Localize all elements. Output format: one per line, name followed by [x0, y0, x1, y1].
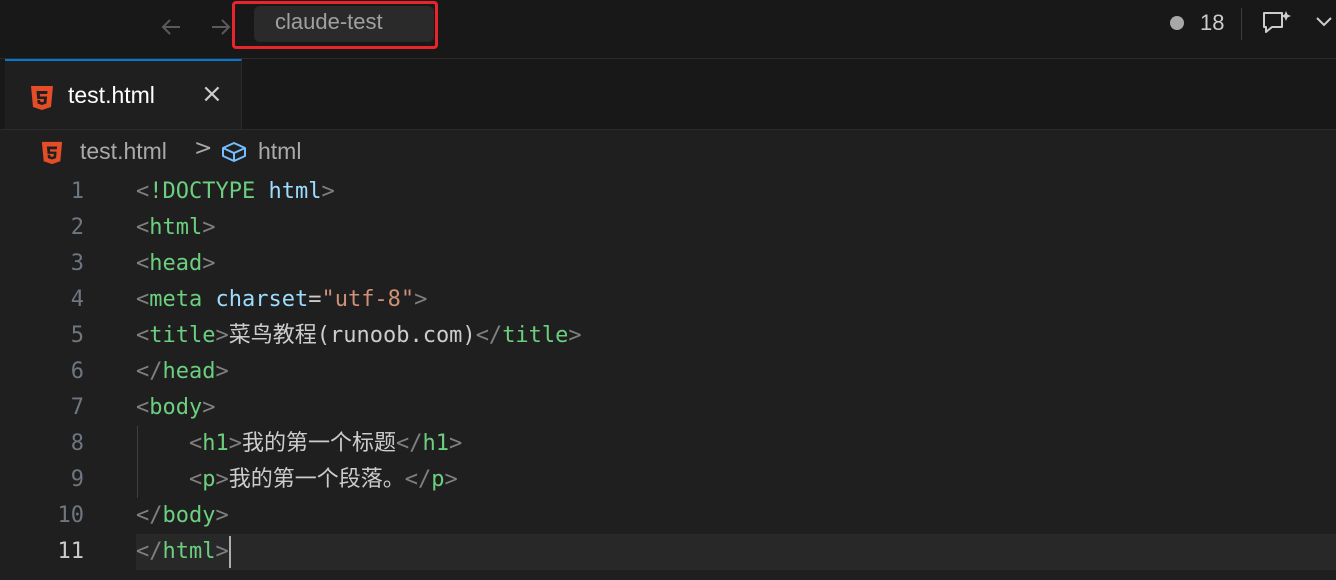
code-token: h1: [202, 431, 229, 456]
close-icon[interactable]: ×: [201, 77, 223, 111]
current-line-highlight: [136, 534, 1336, 570]
code-token: >: [215, 503, 229, 528]
code-token: charset: [202, 287, 309, 312]
line-number: 6: [70, 359, 84, 384]
code-token: title: [149, 323, 216, 348]
code-token: !DOCTYPE: [149, 179, 256, 204]
code-token: >: [414, 287, 428, 312]
code-line[interactable]: <!DOCTYPE html>: [136, 174, 335, 210]
arrow-left-icon[interactable]: [156, 12, 186, 42]
code-token: <: [136, 395, 150, 420]
editor-tab-bar: test.html ×: [0, 59, 1336, 130]
code-token: </: [396, 431, 423, 456]
code-token: <: [136, 179, 150, 204]
code-line[interactable]: <meta charset="utf-8">: [136, 282, 427, 318]
code-token: </: [475, 323, 503, 348]
code-token: html: [255, 179, 322, 204]
code-line[interactable]: <body>: [136, 390, 215, 426]
html5-icon: [40, 141, 64, 169]
html5-icon: [30, 85, 54, 115]
chevron-down-icon[interactable]: [1314, 14, 1334, 33]
text-cursor: [228, 536, 231, 568]
code-line[interactable]: </body>: [136, 498, 229, 534]
code-editor[interactable]: 1 <!DOCTYPE html> 2 <html> 3 <head> 4 <meta cha…: [0, 174, 1336, 580]
code-line[interactable]: <title>菜鸟教程(runoob.com)</title>: [136, 318, 582, 354]
code-token: <: [136, 215, 150, 240]
code-token: </: [136, 539, 163, 564]
line-number: 10: [57, 503, 85, 528]
line-number: 7: [70, 395, 84, 420]
code-line[interactable]: <head>: [136, 246, 215, 282]
code-line[interactable]: </html>: [136, 534, 231, 570]
code-token: 菜鸟教程(runoob.com): [228, 323, 476, 348]
code-token: </: [136, 503, 163, 528]
code-token: html: [162, 539, 216, 564]
divider: [1241, 8, 1242, 40]
code-token: >: [202, 215, 216, 240]
code-token: head: [162, 359, 216, 384]
code-token: <: [136, 251, 150, 276]
code-token: body: [149, 395, 203, 420]
code-token: =: [308, 287, 322, 312]
notification-count[interactable]: 18: [1200, 10, 1224, 36]
code-token: </: [404, 467, 432, 492]
code-token: </: [136, 359, 163, 384]
breadcrumb: test.html > html: [0, 130, 1336, 174]
code-token: <: [136, 431, 203, 456]
line-number: 8: [70, 431, 84, 456]
code-line[interactable]: <html>: [136, 210, 215, 246]
code-token: >: [215, 359, 229, 384]
code-token: "utf-8": [321, 287, 415, 312]
symbol-cube-icon: [220, 140, 248, 168]
code-token: <: [136, 287, 150, 312]
code-token: body: [162, 503, 216, 528]
code-token: h1: [422, 431, 450, 456]
code-token: 我的第一个段落。: [228, 467, 405, 492]
line-number: 1: [70, 179, 84, 204]
code-token: >: [449, 431, 463, 456]
code-token: >: [228, 431, 242, 456]
code-token: head: [149, 251, 203, 276]
code-token: <: [136, 323, 150, 348]
title-bar: claude-test 18: [0, 0, 1336, 59]
code-token: >: [444, 467, 458, 492]
breadcrumb-symbol[interactable]: html: [258, 138, 301, 165]
line-number: 11: [57, 539, 85, 564]
code-token: title: [502, 323, 569, 348]
code-line[interactable]: </head>: [136, 354, 229, 390]
line-number: 2: [70, 215, 84, 240]
code-line[interactable]: <h1>我的第一个标题</h1>: [136, 426, 462, 462]
code-line[interactable]: <p>我的第一个段落。</p>: [136, 462, 458, 498]
tab-test-html[interactable]: test.html ×: [5, 59, 242, 129]
line-number: 4: [70, 287, 84, 312]
breadcrumb-separator: >: [194, 136, 213, 161]
code-token: meta: [149, 287, 203, 312]
line-number: 3: [70, 251, 84, 276]
annotation-highlight-box: [232, 1, 438, 49]
code-token: >: [202, 251, 216, 276]
code-token: <: [136, 467, 203, 492]
chat-icon[interactable]: [1260, 9, 1294, 43]
code-token: p: [202, 467, 216, 492]
code-token: p: [431, 467, 445, 492]
code-token: 我的第一个标题: [241, 431, 396, 456]
code-token: >: [215, 539, 229, 564]
tab-label: test.html: [68, 82, 155, 108]
code-token: >: [215, 323, 229, 348]
code-token: >: [215, 467, 229, 492]
code-token: >: [202, 395, 216, 420]
line-number: 5: [70, 323, 84, 348]
code-token: >: [568, 323, 582, 348]
code-token: >: [321, 179, 335, 204]
status-dot-icon: [1170, 16, 1184, 30]
line-number: 9: [70, 467, 84, 492]
breadcrumb-file[interactable]: test.html: [80, 138, 167, 165]
code-token: html: [149, 215, 203, 240]
